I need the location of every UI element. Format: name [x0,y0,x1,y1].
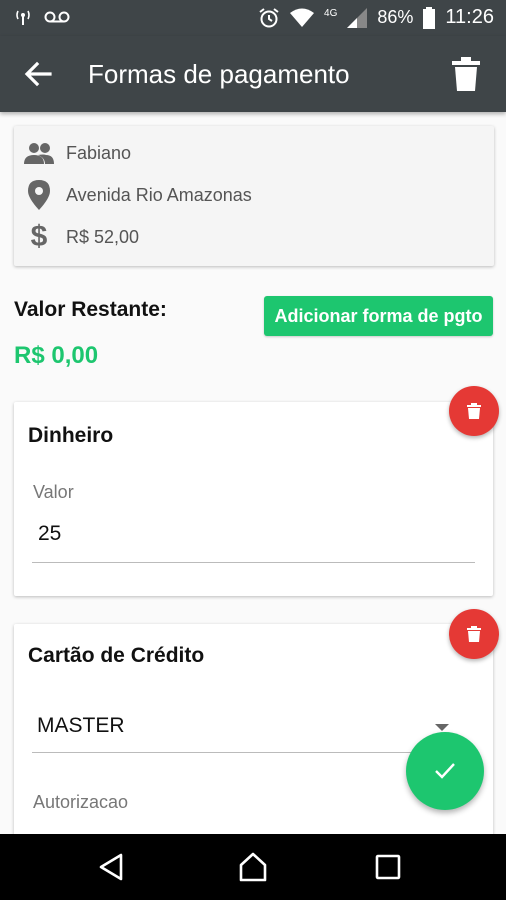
amount-input[interactable]: 25 [38,522,61,546]
status-bar: 4G 86% 11:26 [0,0,506,36]
network-type: 4G [324,8,338,19]
delete-payment-button[interactable] [449,386,499,436]
wifi-icon [290,8,315,27]
battery-percent: 86% [377,7,414,27]
remaining-label: Valor Restante: [14,298,167,321]
info-row-customer: Fabiano [24,138,131,168]
nav-recents-icon[interactable] [372,851,404,883]
input-underline [32,562,475,563]
order-info-card: Fabiano Avenida Rio Amazonas $ R$ 52,00 [14,126,494,266]
authorization-label: Autorizacao [33,792,129,812]
field-label: Valor [33,482,74,502]
address-text: Avenida Rio Amazonas [66,184,252,205]
signal-icon [347,7,368,28]
battery-icon [423,6,436,29]
content-area[interactable]: Fabiano Avenida Rio Amazonas $ R$ 52,00 … [0,112,506,834]
add-payment-button[interactable]: Adicionar forma de pgto [264,296,493,336]
hotspot-icon [16,10,30,25]
app-bar: Formas de pagamento [0,36,506,112]
card-brand-select[interactable]: MASTER [37,714,125,738]
payment-title: Dinheiro [28,424,114,447]
remaining-value: R$ 0,00 [14,342,99,369]
trash-icon [467,403,481,419]
nav-home-icon[interactable] [237,851,269,883]
dollar-icon: $ [30,220,48,253]
location-pin-icon [24,180,54,210]
clock: 11:26 [445,6,494,28]
trash-icon [467,626,481,642]
back-arrow-icon[interactable] [22,58,54,90]
info-row-total: $ R$ 52,00 [24,220,140,253]
payment-card-cash: Dinheiro Valor 25 [14,402,493,596]
chevron-down-icon[interactable] [435,724,449,731]
customer-name: Fabiano [66,142,132,163]
delete-all-icon[interactable] [450,56,482,92]
alarm-icon [259,7,279,27]
delete-payment-button[interactable] [449,609,499,659]
nav-back-icon[interactable] [97,851,129,883]
voicemail-icon [44,11,70,23]
select-underline [32,752,475,753]
page-title: Formas de pagamento [88,59,350,89]
confirm-fab-button[interactable] [406,732,484,810]
system-nav-bar [0,834,506,900]
total-value: R$ 52,00 [66,226,140,247]
payment-title: Cartão de Crédito [28,644,205,667]
people-icon [24,138,54,168]
check-icon [435,763,455,779]
info-row-address: Avenida Rio Amazonas [24,180,252,210]
